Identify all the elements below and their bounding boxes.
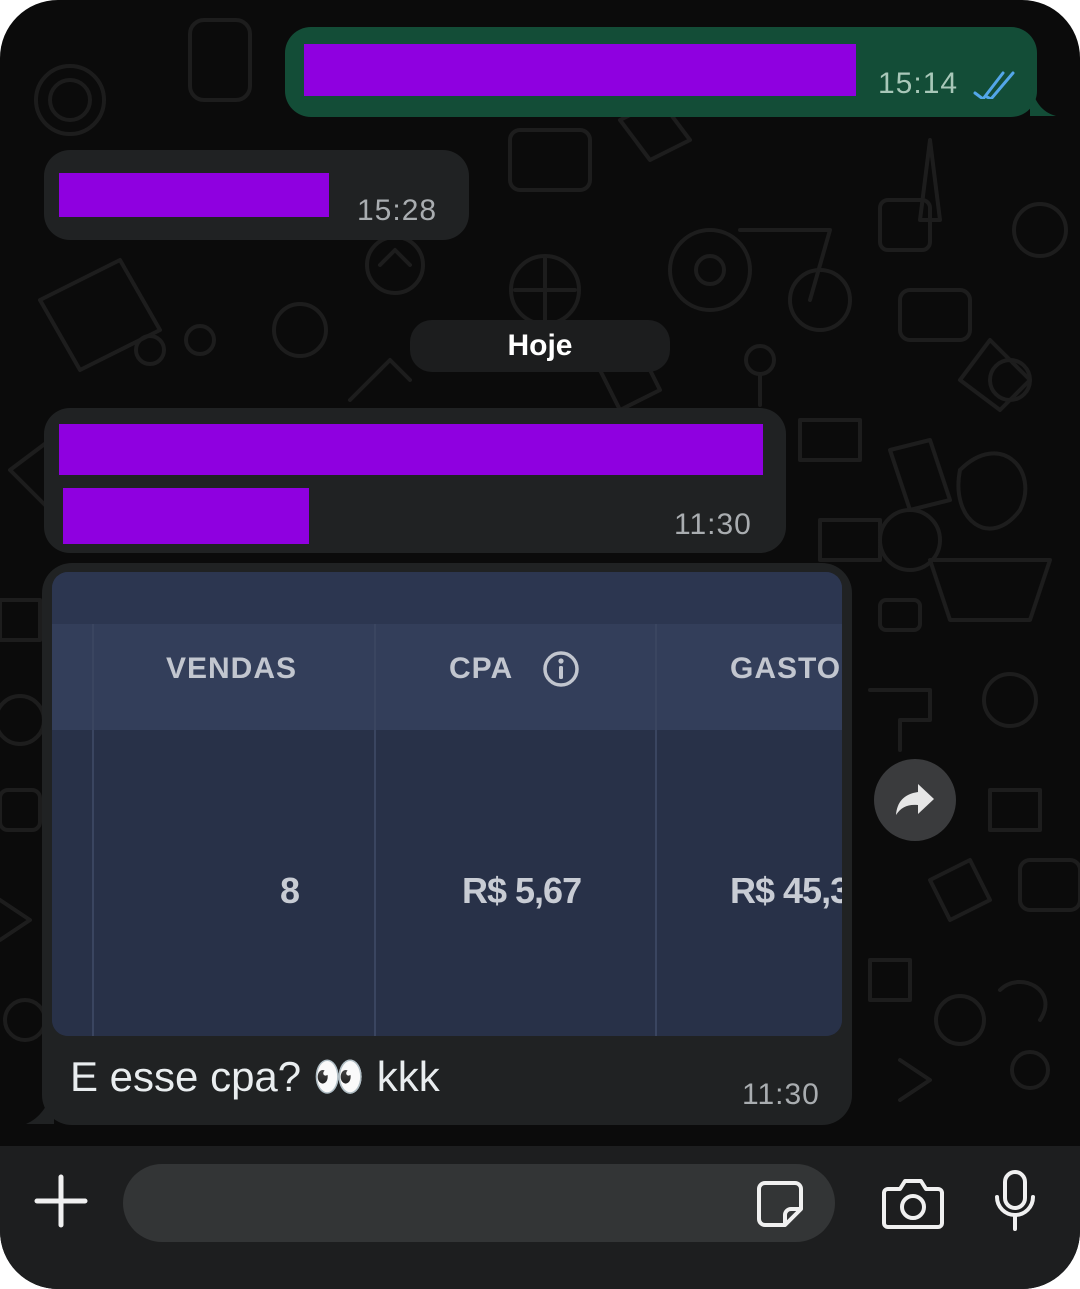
double-check-icon — [973, 71, 1015, 99]
message-time: 15:28 — [357, 194, 438, 227]
camera-button[interactable] — [880, 1172, 946, 1234]
vendas-value: 8 — [280, 870, 300, 911]
plus-icon — [34, 1174, 88, 1228]
bubble-tail-out — [1030, 82, 1056, 116]
shared-image[interactable]: VENDAS CPA GASTO 8 R$ 5,67 R$ 45,3 — [52, 572, 842, 1036]
outgoing-message-bubble[interactable]: 15:14 — [285, 27, 1037, 117]
microphone-button[interactable] — [988, 1168, 1042, 1234]
message-time: 11:30 — [742, 1078, 820, 1111]
column-header-cpa: CPA — [449, 652, 514, 685]
image-caption: E esse cpa? 👀 kkk — [70, 1053, 440, 1100]
image-table-topbar — [52, 572, 842, 624]
redacted-text — [59, 173, 329, 217]
forward-icon — [896, 784, 934, 815]
table-divider — [374, 624, 376, 1036]
table-divider — [92, 624, 94, 1036]
forward-button[interactable] — [874, 759, 956, 841]
table-divider — [655, 624, 657, 1036]
redacted-text — [59, 424, 763, 475]
camera-icon — [882, 1179, 944, 1229]
chat-screen: 15:14 15:28 Hoje 11:30 VENDAS CPA GASTO … — [0, 0, 1080, 1289]
message-time: 15:14 — [878, 67, 959, 100]
bubble-tail-in — [26, 1088, 54, 1124]
microphone-icon — [995, 1170, 1035, 1231]
column-header-vendas: VENDAS — [166, 652, 298, 685]
sticker-icon — [757, 1181, 803, 1227]
incoming-message-bubble[interactable]: 15:28 — [44, 150, 469, 240]
message-input[interactable] — [123, 1164, 835, 1242]
image-table-body — [52, 730, 842, 1036]
cpa-value: R$ 5,67 — [462, 870, 582, 911]
column-header-gasto: GASTO — [730, 652, 842, 685]
attach-button[interactable] — [30, 1170, 92, 1232]
info-circle-icon — [543, 651, 579, 687]
sticker-button[interactable] — [752, 1176, 808, 1232]
redacted-text — [63, 488, 309, 544]
message-time: 11:30 — [674, 508, 752, 541]
redacted-text — [304, 44, 856, 96]
gasto-value: R$ 45,3 — [730, 870, 842, 911]
date-separator: Hoje — [410, 320, 670, 372]
incoming-message-bubble[interactable]: 11:30 — [44, 408, 786, 553]
